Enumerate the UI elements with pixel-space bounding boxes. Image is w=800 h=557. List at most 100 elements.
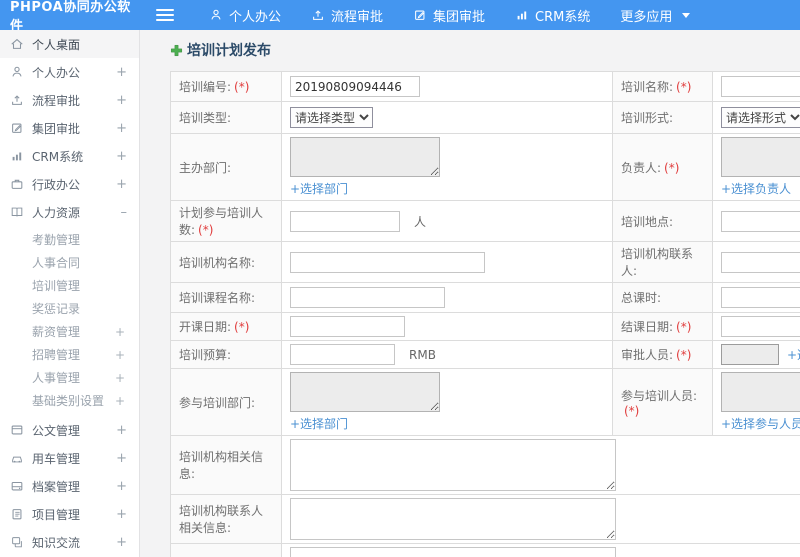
sidebar-subitem-personnel-mgmt[interactable]: 人事管理 + bbox=[0, 366, 139, 389]
location-input[interactable] bbox=[721, 210, 800, 232]
sidebar-item-document-mgmt[interactable]: 公文管理 + bbox=[0, 416, 139, 444]
planned-count-input[interactable] bbox=[290, 210, 400, 232]
sidebar-subitem-salary-mgmt[interactable]: 薪资管理 + bbox=[0, 320, 139, 343]
start-date-input[interactable] bbox=[290, 316, 405, 337]
hamburger-menu-icon[interactable] bbox=[156, 6, 174, 24]
chat-icon bbox=[10, 535, 24, 549]
sidebar-subitem-training-mgmt[interactable]: 培训管理 bbox=[0, 274, 139, 297]
field-label: 培训编号: bbox=[179, 80, 232, 94]
hr-submenu: 考勤管理 人事合同 培训管理 奖惩记录 薪资管理 + 招聘管理 + 人事管理 +… bbox=[0, 226, 139, 416]
nav-label: 集团审批 bbox=[433, 9, 486, 25]
org-info-textarea[interactable] bbox=[290, 439, 616, 491]
expand-icon[interactable]: + bbox=[115, 372, 125, 384]
org-contact-info-textarea[interactable] bbox=[290, 498, 616, 540]
upload-icon bbox=[10, 93, 24, 107]
sidebar-subitem-hr-contract[interactable]: 人事合同 bbox=[0, 251, 139, 274]
top-nav: 个人办公 流程审批 集团审批 CRM系统 更多应用 bbox=[194, 0, 705, 30]
sidebar-item-crm-system[interactable]: CRM系统 + bbox=[0, 142, 139, 170]
org-contact-input[interactable] bbox=[721, 251, 800, 273]
collapse-icon[interactable]: – bbox=[121, 206, 128, 219]
unit-suffix: 人 bbox=[414, 214, 427, 229]
requirements-textarea[interactable] bbox=[290, 547, 616, 557]
leader-textarea[interactable] bbox=[721, 137, 800, 177]
field-label: 开课日期: bbox=[179, 320, 232, 334]
select-dept-link[interactable]: +选择部门 bbox=[290, 415, 348, 432]
form-row: 培训类型: 请选择类型 培训形式: 请选择形式 bbox=[170, 101, 800, 134]
sidebar-subitem-base-category[interactable]: 基础类别设置 + bbox=[0, 389, 139, 412]
currency-suffix: RMB bbox=[409, 347, 436, 362]
form-row: 主办部门: +选择部门 负责人: (*) +选择负责人 bbox=[170, 133, 800, 201]
expand-icon[interactable]: + bbox=[116, 480, 127, 493]
expand-icon[interactable]: + bbox=[115, 395, 125, 407]
course-name-input[interactable] bbox=[290, 287, 445, 308]
sidebar-item-human-resources[interactable]: 人力资源 – bbox=[0, 198, 139, 226]
training-type-select[interactable]: 请选择类型 bbox=[290, 107, 373, 128]
edit-icon bbox=[413, 8, 427, 22]
nav-crm-system[interactable]: CRM系统 bbox=[500, 0, 605, 30]
expand-icon[interactable]: + bbox=[115, 349, 125, 361]
select-approver-link[interactable]: +选择审批人员 bbox=[787, 346, 800, 363]
field-label: 培训名称: bbox=[621, 80, 674, 94]
nav-label: 更多应用 bbox=[620, 9, 673, 25]
sidebar-item-personal-office[interactable]: 个人办公 + bbox=[0, 58, 139, 86]
expand-icon[interactable]: + bbox=[116, 66, 127, 79]
org-name-input[interactable] bbox=[290, 251, 485, 273]
field-label: 培训机构名称: bbox=[179, 255, 256, 270]
sidebar: 个人桌面 个人办公 + 流程审批 + 集团审批 + CRM系统 + 行政办公 +… bbox=[0, 30, 140, 557]
expand-icon[interactable]: + bbox=[116, 452, 127, 465]
sidebar-subitem-attendance[interactable]: 考勤管理 bbox=[0, 228, 139, 251]
sidebar-item-archive-mgmt[interactable]: 档案管理 + bbox=[0, 472, 139, 500]
total-hours-input[interactable] bbox=[721, 287, 800, 308]
field-label: 审批人员: bbox=[621, 348, 674, 362]
end-date-input[interactable] bbox=[721, 316, 800, 337]
host-dept-textarea[interactable] bbox=[290, 137, 440, 177]
sidebar-item-project-mgmt[interactable]: 项目管理 + bbox=[0, 500, 139, 528]
expand-icon[interactable]: + bbox=[116, 178, 127, 191]
form-row: 计划参与培训人数: (*) 人 培训地点: bbox=[170, 200, 800, 242]
training-no-input[interactable] bbox=[290, 76, 420, 97]
participating-dept-textarea[interactable] bbox=[290, 372, 440, 412]
expand-icon[interactable]: + bbox=[116, 94, 127, 107]
field-label: 培训课程名称: bbox=[179, 291, 256, 305]
page-title: 培训计划发布 bbox=[170, 40, 800, 60]
edit-icon bbox=[10, 121, 24, 135]
expand-icon[interactable]: + bbox=[116, 150, 127, 163]
form-row: 开课日期: (*) 结课日期: (*) bbox=[170, 312, 800, 341]
expand-icon[interactable]: + bbox=[115, 326, 125, 338]
approver-input[interactable] bbox=[721, 344, 779, 365]
training-form-select[interactable]: 请选择形式 bbox=[721, 107, 800, 128]
budget-input[interactable] bbox=[290, 344, 395, 365]
expand-icon[interactable]: + bbox=[116, 122, 127, 135]
nav-group-approval[interactable]: 集团审批 bbox=[398, 0, 500, 30]
plus-icon bbox=[170, 44, 183, 57]
nav-more-apps[interactable]: 更多应用 bbox=[605, 0, 705, 30]
briefcase-icon bbox=[10, 177, 24, 191]
sidebar-item-knowledge-exchange[interactable]: 知识交流 + bbox=[0, 528, 139, 556]
sidebar-item-group-approval[interactable]: 集团审批 + bbox=[0, 114, 139, 142]
form-row: 培训机构名称: 培训机构联系人: bbox=[170, 241, 800, 283]
participants-textarea[interactable] bbox=[721, 372, 800, 412]
nav-label: 个人办公 bbox=[229, 9, 282, 25]
sidebar-subitem-recruit-mgmt[interactable]: 招聘管理 + bbox=[0, 343, 139, 366]
sidebar-item-vehicle-mgmt[interactable]: 用车管理 + bbox=[0, 444, 139, 472]
sidebar-subitem-reward-punish[interactable]: 奖惩记录 bbox=[0, 297, 139, 320]
sidebar-item-personal-desktop[interactable]: 个人桌面 bbox=[0, 30, 139, 58]
training-name-input[interactable] bbox=[721, 76, 800, 97]
book-icon bbox=[10, 205, 24, 219]
sidebar-item-workflow-approval[interactable]: 流程审批 + bbox=[0, 86, 139, 114]
nav-workflow-approval[interactable]: 流程审批 bbox=[296, 0, 398, 30]
nav-label: CRM系统 bbox=[535, 9, 591, 25]
sidebar-item-admin-office[interactable]: 行政办公 + bbox=[0, 170, 139, 198]
expand-icon[interactable]: + bbox=[116, 508, 127, 521]
field-label: 培训机构联系人: bbox=[621, 247, 694, 278]
expand-icon[interactable]: + bbox=[116, 424, 127, 437]
nav-personal-office[interactable]: 个人办公 bbox=[194, 0, 296, 30]
select-dept-link[interactable]: +选择部门 bbox=[290, 180, 348, 197]
nav-label: 流程审批 bbox=[331, 9, 384, 25]
top-header: PHPOA协同办公软件 个人办公 流程审批 集团审批 CRM系统 更多应用 bbox=[0, 0, 800, 34]
field-label: 培训地点: bbox=[621, 214, 674, 229]
select-leader-link[interactable]: +选择负责人 bbox=[721, 180, 791, 197]
chart-icon bbox=[515, 8, 529, 22]
expand-icon[interactable]: + bbox=[116, 536, 127, 549]
select-participants-link[interactable]: +选择参与人员 bbox=[721, 415, 800, 432]
